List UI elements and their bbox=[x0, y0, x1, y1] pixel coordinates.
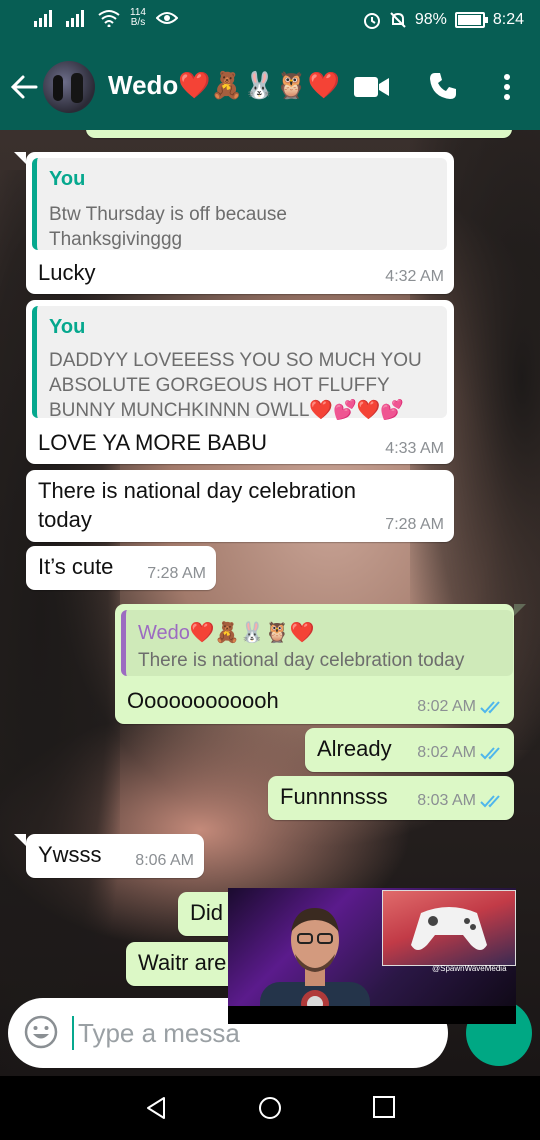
contact-name[interactable]: Wedo❤️🧸🐰🦉❤️ bbox=[108, 70, 340, 101]
message-input[interactable]: Type a messa bbox=[78, 1018, 240, 1049]
battery-percent: 98% bbox=[414, 11, 447, 28]
alarm-icon bbox=[363, 13, 380, 29]
message-time: 8:06 AM bbox=[135, 852, 194, 869]
video-call-icon[interactable] bbox=[354, 74, 390, 100]
nav-home-icon[interactable] bbox=[258, 1096, 282, 1120]
quoted-message[interactable]: Wedo❤️🧸🐰🦉❤️ There is national day celebr… bbox=[121, 610, 513, 676]
message-bubble-incoming[interactable]: There is national day celebration today … bbox=[26, 470, 454, 542]
message-bubble-outgoing[interactable]: Funnnnsss 8:03 AM bbox=[268, 776, 514, 820]
quoted-author: You bbox=[49, 316, 86, 338]
pip-bottom-bar bbox=[228, 1006, 516, 1024]
bubble-tail bbox=[14, 834, 26, 846]
pip-inset-image bbox=[382, 890, 516, 966]
system-nav-bar bbox=[0, 1076, 540, 1140]
phone-call-icon[interactable] bbox=[428, 71, 458, 101]
message-text: There is national day celebration today bbox=[38, 478, 356, 532]
back-arrow-icon[interactable] bbox=[10, 73, 38, 101]
presenter-image bbox=[260, 908, 370, 1024]
message-time: 8:02 AM bbox=[417, 744, 504, 762]
message-bubble-outgoing[interactable]: Already 8:02 AM bbox=[305, 728, 514, 772]
bubble-tail bbox=[14, 152, 26, 164]
battery-icon bbox=[454, 12, 488, 28]
message-time: 8:02 AM bbox=[417, 698, 504, 716]
message-text: LOVE YA MORE BABU bbox=[38, 430, 268, 455]
pip-video-overlay[interactable]: @SpawnWaveMedia bbox=[228, 888, 516, 1024]
message-text: Waitr are bbox=[138, 950, 227, 975]
message-bubble-incoming[interactable]: Ywsss 8:06 AM bbox=[26, 834, 204, 878]
message-time: 8:03 AM bbox=[417, 792, 504, 810]
message-text: It’s cute bbox=[38, 554, 114, 579]
quoted-text: There is national day celebration today bbox=[138, 650, 465, 671]
message-text: Lucky bbox=[38, 260, 96, 285]
nav-back-icon[interactable] bbox=[144, 1096, 168, 1120]
message-text: Already bbox=[317, 736, 392, 761]
read-ticks-icon bbox=[480, 747, 500, 760]
game-controller-icon bbox=[411, 907, 487, 950]
wifi-icon bbox=[98, 10, 120, 27]
contact-avatar[interactable] bbox=[43, 61, 95, 113]
message-bubble-incoming[interactable]: You DADDYY LOVEEESS YOU SO MUCH YOU ABSO… bbox=[26, 300, 454, 464]
mute-bell-icon bbox=[390, 12, 406, 28]
quoted-text: Btw Thursday is off because Thanksgiving… bbox=[49, 204, 287, 250]
quoted-message[interactable]: You Btw Thursday is off because Thanksgi… bbox=[32, 158, 447, 250]
text-cursor bbox=[72, 1016, 74, 1050]
read-ticks-icon bbox=[480, 701, 500, 714]
chat-header: Wedo❤️🧸🐰🦉❤️ bbox=[0, 44, 540, 130]
message-bubble-incoming[interactable]: It’s cute 7:28 AM bbox=[26, 546, 216, 590]
nav-recents-icon[interactable] bbox=[373, 1096, 395, 1118]
message-text: Oooooooooooh bbox=[127, 688, 279, 713]
message-text: Did bbox=[190, 900, 224, 925]
quoted-text: DADDYY LOVEEESS YOU SO MUCH YOU ABSOLUTE… bbox=[49, 350, 422, 421]
more-options-icon[interactable] bbox=[500, 72, 514, 102]
eye-icon bbox=[155, 12, 178, 24]
quoted-author: Wedo❤️🧸🐰🦉❤️ bbox=[138, 622, 315, 644]
network-speed: 114 B/s bbox=[130, 7, 146, 28]
quoted-author: You bbox=[49, 168, 86, 190]
message-time: 4:32 AM bbox=[385, 268, 444, 285]
pip-channel-handle: @SpawnWaveMedia bbox=[432, 964, 507, 973]
message-text: Funnnnsss bbox=[280, 784, 388, 809]
message-time: 7:28 AM bbox=[385, 516, 444, 533]
message-time: 7:28 AM bbox=[147, 565, 206, 582]
message-bubble-outgoing[interactable]: Wedo❤️🧸🐰🦉❤️ There is national day celebr… bbox=[115, 604, 514, 724]
partial-message-bubble[interactable] bbox=[86, 130, 512, 138]
message-time: 4:33 AM bbox=[385, 440, 444, 457]
quoted-message[interactable]: You DADDYY LOVEEESS YOU SO MUCH YOU ABSO… bbox=[32, 306, 447, 421]
signal-icon bbox=[34, 10, 52, 27]
read-ticks-icon bbox=[480, 795, 500, 808]
message-text: Ywsss bbox=[38, 842, 102, 867]
clock: 8:24 bbox=[492, 11, 524, 28]
signal-icon-2 bbox=[66, 10, 84, 27]
status-bar: 114 B/s 98% 8:24 bbox=[0, 0, 540, 44]
bubble-tail bbox=[514, 604, 526, 616]
message-bubble-incoming[interactable]: You Btw Thursday is off because Thanksgi… bbox=[26, 152, 454, 294]
emoji-icon[interactable] bbox=[24, 1015, 58, 1049]
